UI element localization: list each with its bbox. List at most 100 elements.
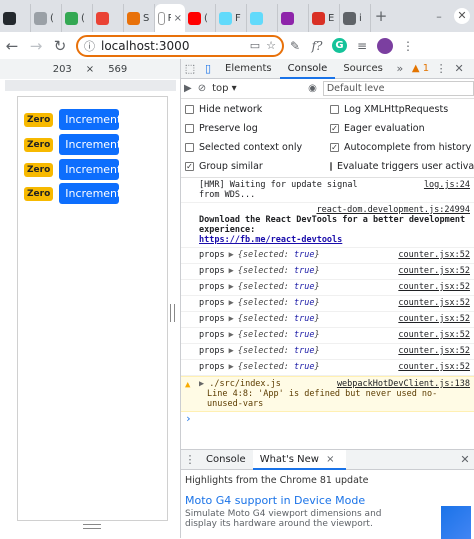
- source-link[interactable]: counter.jsx:52: [398, 314, 470, 324]
- checkbox[interactable]: [330, 162, 332, 171]
- expand-triangle-icon[interactable]: ▶: [229, 250, 234, 260]
- react-devtools-link[interactable]: https://fb.me/react-devtools: [199, 235, 342, 245]
- props-key: props: [199, 250, 225, 260]
- source-link[interactable]: log.js:24: [423, 180, 470, 190]
- device-toolbar-icon[interactable]: ▯: [199, 62, 217, 75]
- browser-tab[interactable]: (: [31, 4, 62, 32]
- bookmark-star-icon[interactable]: ☆: [266, 39, 276, 52]
- props-value: true: [294, 282, 315, 292]
- cast-icon[interactable]: ▭: [250, 39, 260, 52]
- increment-button[interactable]: Increment: [59, 134, 121, 155]
- forward-icon[interactable]: →: [24, 37, 48, 55]
- moto-g4-link[interactable]: Moto G4 support in Device Mode: [181, 491, 474, 507]
- setting-eager-eval[interactable]: ✓ Eager evaluation: [330, 121, 474, 136]
- setting-hide-network[interactable]: Hide network: [185, 102, 330, 117]
- extension-lines-icon[interactable]: ≡: [351, 39, 373, 53]
- sidebar-toggle-icon[interactable]: ▶: [184, 83, 192, 94]
- menu-dots-icon[interactable]: ⋮: [397, 39, 419, 53]
- viewport-height-input[interactable]: 569: [108, 64, 127, 75]
- expand-triangle-icon[interactable]: ▶: [229, 266, 234, 276]
- setting-preserve-log[interactable]: Preserve log: [185, 121, 330, 136]
- source-link[interactable]: webpackHotDevClient.js:138: [336, 379, 470, 389]
- info-icon[interactable]: ⓘ: [84, 38, 95, 54]
- extension-pen-icon[interactable]: ✎: [284, 39, 306, 53]
- console-prompt[interactable]: ›: [181, 412, 474, 428]
- clear-console-icon[interactable]: ⊘: [198, 83, 206, 94]
- browser-tab[interactable]: F: [216, 4, 247, 32]
- expand-triangle-icon[interactable]: ▶: [229, 298, 234, 308]
- more-tabs-icon[interactable]: »: [391, 62, 409, 75]
- inspect-element-icon[interactable]: ⬚: [181, 62, 199, 75]
- source-link[interactable]: counter.jsx:52: [398, 298, 470, 308]
- props-object: {selected: true}: [238, 266, 320, 276]
- checkbox-checked[interactable]: ✓: [330, 143, 339, 152]
- browser-tab[interactable]: R×: [155, 4, 185, 32]
- checkbox-checked[interactable]: ✓: [185, 162, 194, 171]
- expand-triangle-icon[interactable]: ▶: [229, 314, 234, 324]
- devtools-menu-icon[interactable]: ⋮: [432, 62, 450, 75]
- warning-count-badge[interactable]: ▲ 1: [409, 63, 432, 74]
- browser-tab[interactable]: E: [309, 4, 340, 32]
- log-level-dropdown[interactable]: Default leve: [322, 81, 474, 96]
- reload-icon[interactable]: ↻: [48, 37, 72, 55]
- back-icon[interactable]: ←: [0, 37, 24, 55]
- browser-tab[interactable]: [0, 4, 31, 32]
- checkbox[interactable]: [185, 105, 194, 114]
- context-selector[interactable]: top ▾: [212, 83, 302, 94]
- increment-button[interactable]: Increment: [59, 183, 121, 204]
- new-tab-button[interactable]: +: [371, 7, 391, 25]
- browser-tab[interactable]: [278, 4, 309, 32]
- close-tab-icon[interactable]: ×: [174, 13, 182, 24]
- tab-sources[interactable]: Sources: [335, 59, 391, 79]
- source-link[interactable]: counter.jsx:52: [398, 282, 470, 292]
- expand-triangle-icon[interactable]: ▶: [229, 362, 234, 372]
- minimize-button[interactable]: –: [428, 10, 450, 23]
- source-link[interactable]: counter.jsx:52: [398, 330, 470, 340]
- source-link[interactable]: counter.jsx:52: [398, 250, 470, 260]
- checkbox[interactable]: [185, 143, 194, 152]
- expand-triangle-icon[interactable]: ▶: [229, 282, 234, 292]
- browser-tab[interactable]: (: [185, 4, 216, 32]
- tab-elements[interactable]: Elements: [217, 59, 280, 79]
- drawer-tab-console[interactable]: Console: [199, 450, 253, 470]
- drawer-menu-icon[interactable]: ⋮: [181, 453, 199, 466]
- expand-triangle-icon[interactable]: ▶: [229, 330, 234, 340]
- url-text[interactable]: localhost:3000: [101, 39, 244, 53]
- drawer-close-icon[interactable]: ✕: [456, 453, 474, 466]
- devtools-close-icon[interactable]: ✕: [450, 62, 468, 75]
- expand-triangle-icon[interactable]: ▶: [199, 379, 204, 389]
- checkbox-checked[interactable]: ✓: [330, 124, 339, 133]
- checkbox[interactable]: [185, 124, 194, 133]
- source-link[interactable]: counter.jsx:52: [398, 346, 470, 356]
- warning-file: ./src/index.js: [209, 379, 281, 389]
- profile-avatar[interactable]: [377, 37, 393, 54]
- setting-log-xhr[interactable]: Log XMLHttpRequests: [330, 102, 474, 117]
- extension-f-icon[interactable]: f?: [306, 39, 328, 53]
- drawer-tab-whats-new[interactable]: What's New ×: [252, 449, 346, 470]
- increment-button[interactable]: Increment: [59, 109, 121, 130]
- tab-console[interactable]: Console: [279, 59, 336, 79]
- setting-eval-triggers[interactable]: Evaluate triggers user activation: [330, 159, 474, 174]
- address-bar[interactable]: ⓘ localhost:3000 ▭ ☆: [76, 34, 284, 57]
- setting-selected-context[interactable]: Selected context only: [185, 140, 330, 155]
- source-link[interactable]: counter.jsx:52: [398, 362, 470, 372]
- close-window-button[interactable]: ✕: [454, 8, 470, 24]
- viewport-resize-handle-right[interactable]: [170, 304, 175, 322]
- browser-tab[interactable]: i: [340, 4, 371, 32]
- live-expression-icon[interactable]: ◉: [308, 83, 317, 94]
- browser-tab[interactable]: S: [124, 4, 155, 32]
- increment-button[interactable]: Increment: [59, 159, 121, 180]
- viewport-width-input[interactable]: 203: [53, 64, 72, 75]
- checkbox[interactable]: [330, 105, 339, 114]
- browser-tab[interactable]: [247, 4, 278, 32]
- setting-group-similar[interactable]: ✓ Group similar: [185, 159, 330, 174]
- expand-triangle-icon[interactable]: ▶: [229, 346, 234, 356]
- browser-tab[interactable]: [93, 4, 124, 32]
- grammarly-icon[interactable]: G: [332, 38, 347, 53]
- viewport-resize-handle-bottom[interactable]: [83, 524, 101, 529]
- close-tab-icon[interactable]: ×: [322, 454, 338, 465]
- source-link[interactable]: counter.jsx:52: [398, 266, 470, 276]
- browser-tab[interactable]: (: [62, 4, 93, 32]
- setting-autocomplete[interactable]: ✓ Autocomplete from history: [330, 140, 474, 155]
- source-link[interactable]: react-dom.development.js:24994: [316, 205, 470, 215]
